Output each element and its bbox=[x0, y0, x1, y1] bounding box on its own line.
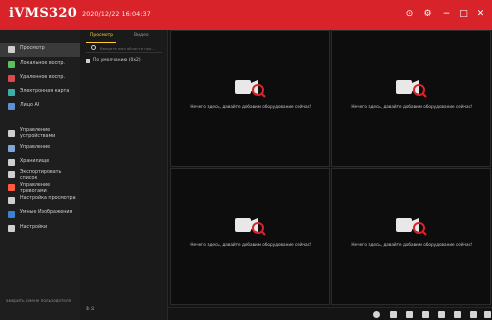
video-cell[interactable]: Нечего здесь, давайте добавим оборудован… bbox=[331, 30, 491, 167]
panel-footer: Ֆ Ձ bbox=[86, 307, 95, 312]
sidebar-item-face-ai[interactable]: Лицо AI bbox=[0, 100, 80, 114]
search-input[interactable]: Введите имя области про... bbox=[100, 46, 155, 51]
empty-cell-message: Нечего здесь, давайте добавим оборудован… bbox=[351, 104, 473, 109]
camera-search-icon bbox=[396, 80, 427, 98]
sidebar-item-label: Управление устройствами bbox=[20, 128, 56, 139]
split-icon[interactable] bbox=[406, 311, 413, 318]
camera-search-icon bbox=[235, 80, 266, 98]
remote-playback-icon bbox=[8, 75, 15, 82]
sidebar-item-preview[interactable]: Просмотр bbox=[0, 43, 80, 57]
sidebar-item-label: Локальное воспр. bbox=[20, 61, 65, 66]
sidebar-item-label: Умные Изображения bbox=[20, 210, 73, 215]
sidebar-item-label: Управление bbox=[20, 145, 51, 150]
sidebar-item-settings[interactable]: Настройки bbox=[0, 222, 80, 236]
play-icon[interactable] bbox=[454, 311, 461, 318]
stop-icon[interactable] bbox=[470, 311, 477, 318]
sidebar-item-view-settings[interactable]: Настройка просмотра bbox=[0, 193, 80, 208]
search-icon bbox=[91, 45, 96, 50]
sidebar-item-label: Хранилище bbox=[20, 159, 50, 164]
device-panel: Просмотр Видео Введите имя области про..… bbox=[80, 30, 168, 320]
sidebar: Просмотр Локальное воспр. Удаленное восп… bbox=[0, 30, 80, 320]
info-icon[interactable]: ⊙ bbox=[403, 8, 416, 21]
snapshot-icon[interactable] bbox=[422, 311, 429, 318]
sidebar-item-smart-images[interactable]: Умные Изображения bbox=[0, 207, 80, 222]
sidebar-item-label: Настройки bbox=[20, 225, 48, 230]
search-box[interactable]: Введите имя области про... bbox=[86, 45, 162, 53]
sidebar-item-label: Электронная карта bbox=[20, 89, 70, 94]
empty-cell-message: Нечего здесь, давайте добавим оборудован… bbox=[190, 104, 312, 109]
active-tab-indicator bbox=[86, 42, 116, 43]
view-settings-icon bbox=[8, 197, 15, 204]
tab-preview[interactable]: Просмотр bbox=[90, 33, 113, 38]
smart-image-icon bbox=[8, 211, 15, 218]
video-cell[interactable]: Нечего здесь, давайте добавим оборудован… bbox=[170, 168, 330, 305]
sidebar-item-label: Лицо AI bbox=[20, 103, 40, 108]
title-bar: iVMS320 2020/12/22 16:04:37 ⊙ ⚙ − □ ✕ bbox=[0, 0, 492, 30]
sidebar-item-label: Просмотр bbox=[20, 46, 45, 51]
minimize-icon[interactable]: − bbox=[440, 8, 453, 21]
storage-icon bbox=[8, 159, 15, 166]
device-manage-icon bbox=[8, 130, 15, 137]
datetime-display: 2020/12/22 16:04:37 bbox=[82, 10, 151, 18]
camera-search-icon bbox=[396, 218, 427, 236]
sidebar-item-remote-playback[interactable]: Удаленное воспр. bbox=[0, 72, 80, 86]
film-icon bbox=[8, 61, 15, 68]
sidebar-item-device-management[interactable]: Управление устройствами bbox=[0, 125, 80, 141]
manage-icon bbox=[8, 145, 15, 152]
maximize-icon[interactable]: □ bbox=[457, 8, 470, 21]
sidebar-item-local-playback[interactable]: Локальное воспр. bbox=[0, 58, 80, 72]
camera-search-icon bbox=[235, 218, 266, 236]
tab-video[interactable]: Видео bbox=[134, 33, 149, 38]
bottom-toolbar bbox=[168, 307, 492, 320]
gear-icon bbox=[8, 225, 15, 232]
grid-folder-icon bbox=[86, 59, 90, 63]
video-grid: Нечего здесь, давайте добавим оборудован… bbox=[170, 30, 492, 307]
sidebar-item-label: Настройка просмотра bbox=[20, 196, 76, 201]
fullscreen-icon[interactable] bbox=[484, 311, 491, 318]
video-cell[interactable]: Нечего здесь, давайте добавим оборудован… bbox=[170, 30, 330, 167]
empty-cell-message: Нечего здесь, давайте добавим оборудован… bbox=[351, 242, 473, 247]
record-icon[interactable] bbox=[373, 311, 380, 318]
tree-root-row[interactable]: По умолчанию (0x2) bbox=[86, 58, 162, 66]
face-icon bbox=[8, 103, 15, 110]
sidebar-item-export-list[interactable]: Экспортировать список bbox=[0, 167, 80, 181]
sidebar-item-emap[interactable]: Электронная карта bbox=[0, 86, 80, 100]
app-logo: iVMS320 bbox=[9, 6, 78, 21]
tree-root-label: По умолчанию (0x2) bbox=[93, 58, 141, 63]
map-icon bbox=[8, 89, 15, 96]
alarm-icon bbox=[8, 184, 15, 191]
sidebar-item-alarm-management[interactable]: Управление тревогами bbox=[0, 180, 80, 194]
sidebar-item-label: Удаленное воспр. bbox=[20, 75, 65, 80]
export-icon bbox=[8, 171, 15, 178]
close-icon[interactable]: ✕ bbox=[474, 8, 487, 21]
sidebar-item-management[interactable]: Управление bbox=[0, 142, 80, 156]
pause-icon[interactable] bbox=[438, 311, 445, 318]
switch-user-link[interactable]: аморить смене пользователя bbox=[6, 298, 71, 303]
monitor-icon bbox=[8, 46, 15, 53]
video-cell[interactable]: Нечего здесь, давайте добавим оборудован… bbox=[331, 168, 491, 305]
empty-cell-message: Нечего здесь, давайте добавим оборудован… bbox=[190, 242, 312, 247]
layout-icon[interactable] bbox=[390, 311, 397, 318]
settings-icon[interactable]: ⚙ bbox=[421, 8, 434, 21]
